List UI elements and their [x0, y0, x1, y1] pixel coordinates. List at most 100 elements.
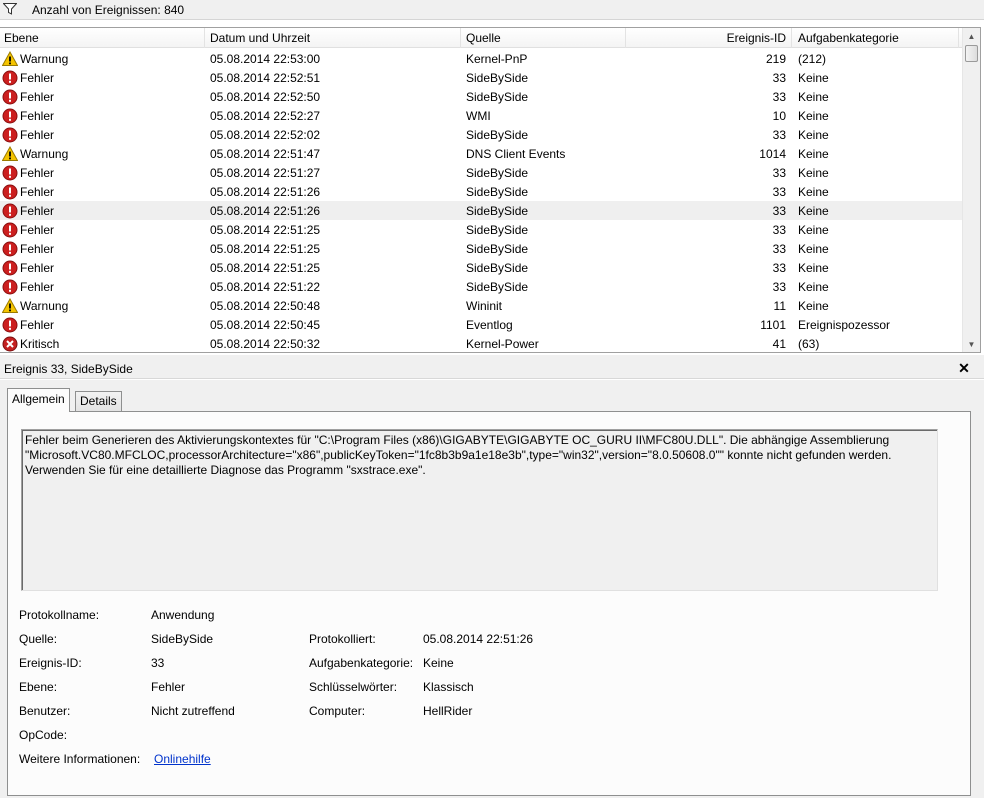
cell-level: Kritisch [20, 337, 60, 351]
table-row[interactable]: Fehler 05.08.2014 22:52:27 WMI 10 Keine [0, 106, 962, 125]
table-row[interactable]: Warnung 05.08.2014 22:53:00 Kernel-PnP 219 (… [0, 49, 962, 68]
column-header-event-id[interactable]: Ereignis-ID [626, 31, 786, 47]
column-header-category[interactable]: Aufgabenkategorie [798, 31, 899, 47]
event-count-label: Anzahl von Ereignissen: 840 [32, 3, 185, 17]
table-row[interactable]: Fehler 05.08.2014 22:52:02 SideBySide 33 Kei… [0, 125, 962, 144]
filter-bar: Anzahl von Ereignissen: 840 [0, 0, 984, 20]
table-row[interactable]: Fehler 05.08.2014 22:51:27 SideBySide 33 Kei… [0, 163, 962, 182]
cell-event-id: 33 [772, 204, 786, 218]
prop-value-schluesselwoerter: Klassisch [423, 680, 474, 694]
close-icon[interactable]: ✕ [956, 359, 972, 377]
detail-title: Ereignis 33, SideBySide [4, 362, 133, 376]
cell-event-id: 11 [773, 299, 786, 313]
prop-label-ebene: Ebene: [19, 680, 58, 694]
cell-level: Fehler [20, 90, 55, 104]
column-header-datetime[interactable]: Datum und Uhrzeit [210, 31, 310, 47]
event-message-box[interactable]: Fehler beim Generieren des Aktivierungsk… [21, 429, 938, 591]
cell-source: Kernel-PnP [466, 52, 528, 66]
prop-value-benutzer: Nicht zutreffend [151, 704, 235, 718]
prop-value-aufgabenkategorie: Keine [423, 656, 454, 670]
online-help-link[interactable]: Onlinehilfe [154, 752, 211, 766]
cell-event-id: 33 [772, 242, 786, 256]
prop-value-protokolliert: 05.08.2014 22:51:26 [423, 632, 534, 646]
cell-category: Keine [798, 280, 829, 294]
error-icon [2, 184, 18, 200]
error-icon [2, 165, 18, 181]
prop-label-weitere-informationen: Weitere Informationen: [19, 752, 141, 766]
cell-category: Keine [798, 261, 829, 275]
table-row[interactable]: Fehler 05.08.2014 22:52:51 SideBySide 33 Kei… [0, 68, 962, 87]
table-row[interactable]: Fehler 05.08.2014 22:52:50 SideBySide 33 Kei… [0, 87, 962, 106]
cell-source: SideBySide [466, 90, 529, 104]
cell-event-id: 33 [772, 128, 786, 142]
table-row[interactable]: Warnung 05.08.2014 22:50:48 Wininit 11 Keine [0, 296, 962, 315]
prop-value-quelle: SideBySide [151, 632, 214, 646]
prop-value-ereignis-id: 33 [151, 656, 165, 670]
cell-event-id: 33 [772, 71, 786, 85]
vertical-scrollbar[interactable]: ▲ ▼ [962, 28, 980, 352]
prop-value-protokollname: Anwendung [151, 608, 215, 622]
cell-category: Keine [798, 109, 829, 123]
cell-category: Keine [798, 128, 829, 142]
scroll-up-arrow-icon[interactable]: ▲ [963, 29, 980, 45]
table-row[interactable]: Fehler 05.08.2014 22:50:45 Eventlog 1101 Ere… [0, 315, 962, 334]
scroll-down-arrow-icon[interactable]: ▼ [963, 337, 980, 352]
table-row[interactable]: Fehler 05.08.2014 22:51:25 SideBySide 33 Kei… [0, 239, 962, 258]
prop-label-opcode: OpCode: [19, 728, 68, 742]
cell-category: Keine [798, 166, 829, 180]
error-icon [2, 260, 18, 276]
cell-event-id: 33 [772, 90, 786, 104]
cell-category: Keine [798, 90, 829, 104]
cell-event-id: 33 [772, 166, 786, 180]
cell-level: Fehler [20, 185, 55, 199]
table-row[interactable]: Kritisch 05.08.2014 22:50:32 Kernel-Power 4… [0, 334, 962, 352]
scroll-thumb[interactable] [965, 45, 978, 62]
error-icon [2, 279, 18, 295]
cell-source: SideBySide [466, 71, 529, 85]
error-icon [2, 70, 18, 86]
cell-source: DNS Client Events [466, 147, 566, 161]
tab-panel-general: Fehler beim Generieren des Aktivierungsk… [7, 411, 971, 796]
error-icon [2, 127, 18, 143]
table-row[interactable]: Fehler 05.08.2014 22:51:26 SideBySide 33 Kei… [0, 201, 962, 220]
cell-event-id: 41 [772, 337, 786, 351]
cell-source: SideBySide [466, 280, 529, 294]
table-row[interactable]: Fehler 05.08.2014 22:51:26 SideBySide 33 Kei… [0, 182, 962, 201]
cell-level: Fehler [20, 128, 55, 142]
detail-pane: Allgemein Details Fehler beim Generieren… [0, 380, 984, 798]
cell-level: Fehler [20, 280, 55, 294]
cell-source: SideBySide [466, 128, 529, 142]
prop-label-schluesselwoerter: Schlüsselwörter: [309, 680, 398, 694]
cell-category: (63) [798, 337, 820, 351]
table-row[interactable]: Fehler 05.08.2014 22:51:22 SideBySide 33 Kei… [0, 277, 962, 296]
cell-level: Fehler [20, 71, 55, 85]
cell-event-id: 1101 [760, 318, 786, 332]
cell-level: Warnung [20, 147, 69, 161]
prop-value-ebene: Fehler [151, 680, 186, 694]
error-icon [2, 241, 18, 257]
tab-details[interactable]: Details [75, 391, 122, 411]
cell-category: Keine [798, 71, 829, 85]
cell-source: SideBySide [466, 242, 529, 256]
prop-label-aufgabenkategorie: Aufgabenkategorie: [309, 656, 414, 670]
table-row[interactable]: Fehler 05.08.2014 22:51:25 SideBySide 33 Kei… [0, 220, 962, 239]
warning-icon [2, 146, 18, 161]
cell-event-id: 219 [765, 52, 786, 66]
event-list[interactable]: Ebene Datum und Uhrzeit Quelle Ereignis-… [0, 27, 981, 353]
error-icon [2, 203, 18, 219]
cell-category: Keine [798, 223, 829, 237]
prop-label-ereignis-id: Ereignis-ID: [19, 656, 82, 670]
event-rows: Warnung 05.08.2014 22:53:00 Kernel-PnP 219 (… [0, 49, 962, 352]
cell-category: Ereignispozessor [798, 318, 891, 332]
cell-datetime: 05.08.2014 22:50:48 [210, 299, 321, 313]
tab-allgemein[interactable]: Allgemein [7, 388, 70, 412]
column-header-source[interactable]: Quelle [466, 31, 501, 47]
column-header-level[interactable]: Ebene [4, 31, 39, 47]
table-row[interactable]: Warnung 05.08.2014 22:51:47 DNS Client Eve… [0, 144, 962, 163]
cell-level: Fehler [20, 318, 55, 332]
cell-datetime: 05.08.2014 22:51:27 [210, 166, 321, 180]
cell-event-id: 33 [772, 223, 786, 237]
table-row[interactable]: Fehler 05.08.2014 22:51:25 SideBySide 33 Kei… [0, 258, 962, 277]
error-icon [2, 89, 18, 105]
prop-label-benutzer: Benutzer: [19, 704, 71, 718]
